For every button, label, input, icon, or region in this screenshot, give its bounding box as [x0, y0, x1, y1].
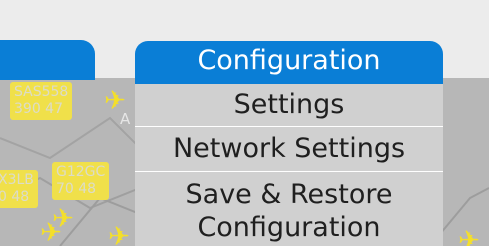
- aircraft-callsign: SAS558: [14, 84, 69, 100]
- aircraft-info: 390 47: [14, 101, 63, 117]
- airplane-icon[interactable]: ✈: [40, 220, 62, 246]
- aircraft-callsign: G12GC: [56, 164, 106, 180]
- aircraft-callsign: X3LB: [0, 172, 34, 188]
- aircraft-label[interactable]: X3LB 0 48: [0, 170, 38, 208]
- aircraft-info: 70 48: [56, 181, 97, 197]
- app-viewport: SAS558 390 47 ✈ A G12GC 70 48 X3LB 0 48 …: [0, 0, 489, 246]
- aircraft-info: 0 48: [0, 189, 30, 205]
- menu-item-settings[interactable]: Settings: [135, 84, 443, 127]
- configuration-menu-header[interactable]: Configuration: [135, 41, 443, 84]
- map-fragment-text: A: [120, 110, 131, 128]
- menu-item-label: Save & Restore Configuration: [185, 179, 393, 243]
- aircraft-label[interactable]: SAS558 390 47: [10, 82, 73, 120]
- airplane-icon[interactable]: ✈: [458, 228, 480, 246]
- menu-item-save-restore-configuration[interactable]: Save & Restore Configuration: [135, 172, 443, 246]
- airplane-icon[interactable]: ✈: [108, 224, 130, 246]
- configuration-menu: Configuration Settings Network Settings …: [135, 41, 443, 246]
- left-menu-tab[interactable]: [0, 40, 95, 80]
- menu-item-network-settings[interactable]: Network Settings: [135, 127, 443, 172]
- aircraft-label[interactable]: G12GC 70 48: [52, 162, 110, 200]
